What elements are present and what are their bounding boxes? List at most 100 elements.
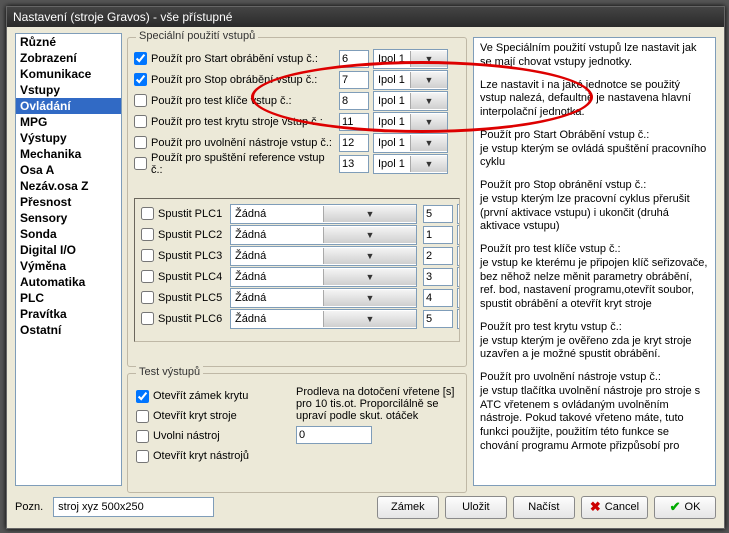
sidebar-item-zobrazení[interactable]: Zobrazení: [16, 50, 121, 66]
sidebar-item-různé[interactable]: Různé: [16, 34, 121, 50]
plc-check-2[interactable]: [141, 249, 154, 262]
sidebar-item-sensory[interactable]: Sensory: [16, 210, 121, 226]
sidebar-item-nezáv.osa z[interactable]: Nezáv.osa Z: [16, 178, 121, 194]
special-row-4: Použít pro uvolnění nástroje vstup č.: Ip…: [128, 132, 466, 153]
special-check-5[interactable]: [134, 157, 147, 170]
special-label-1: Použít pro Stop obrábění vstup č.:: [151, 74, 339, 86]
sidebar-item-vstupy[interactable]: Vstupy: [16, 82, 121, 98]
plc-check-3[interactable]: [141, 270, 154, 283]
sidebar-item-digital i/o[interactable]: Digital I/O: [16, 242, 121, 258]
plc-check-5[interactable]: [141, 312, 154, 325]
chevron-down-icon: ▼: [410, 51, 447, 67]
special-row-0: Použít pro Start obrábění vstup č.:Ipol …: [128, 48, 466, 69]
plc-num-5[interactable]: [423, 310, 453, 328]
plc-check-4[interactable]: [141, 291, 154, 304]
test-label-2: Uvolni nástroj: [153, 430, 220, 442]
sidebar-item-osa a[interactable]: Osa A: [16, 162, 121, 178]
special-num-1[interactable]: [339, 71, 369, 89]
special-unit-3[interactable]: Ipol 1▼: [373, 112, 448, 132]
sidebar-item-automatika[interactable]: Automatika: [16, 274, 121, 290]
zamek-button[interactable]: Zámek: [377, 496, 439, 519]
plc-list[interactable]: Spustit PLC1Žádná▼Ipol 1▼Spustit PLC2Žád…: [134, 198, 460, 342]
plc-opt-5[interactable]: Žádná▼: [230, 309, 417, 329]
plc-num-1[interactable]: [423, 226, 453, 244]
plc-row-3: Spustit PLC4Žádná▼Ipol 1▼: [135, 266, 459, 287]
chevron-down-icon: ▼: [410, 135, 447, 151]
sidebar-item-výměna[interactable]: Výměna: [16, 258, 121, 274]
sidebar-item-ostatní[interactable]: Ostatní: [16, 322, 121, 338]
test-check-2[interactable]: [136, 430, 149, 443]
plc-num-2[interactable]: [423, 247, 453, 265]
sidebar-item-výstupy[interactable]: Výstupy: [16, 130, 121, 146]
test-check-0[interactable]: [136, 390, 149, 403]
help-panel[interactable]: Ve Speciálním použití vstupů lze nastavi…: [473, 37, 716, 486]
plc-opt-0[interactable]: Žádná▼: [230, 204, 417, 224]
plc-label-5: Spustit PLC6: [158, 313, 226, 325]
special-unit-0[interactable]: Ipol 1▼: [373, 49, 448, 69]
group-test-outputs: Test výstupů Otevřít zámek krytuOtevřít …: [127, 373, 467, 493]
special-num-5[interactable]: [339, 155, 369, 173]
group-special-title: Speciální použití vstupů: [136, 30, 258, 42]
plc-num-4[interactable]: [423, 289, 453, 307]
pozn-input[interactable]: [53, 497, 214, 517]
plc-opt-3[interactable]: Žádná▼: [230, 267, 417, 287]
help-p7t: Použít pro uvolnění nástroje vstup č.:: [480, 371, 661, 383]
plc-row-4: Spustit PLC5Žádná▼Ipol 1▼: [135, 287, 459, 308]
help-p7b: je vstup tlačítka uvolnění nástroje pro …: [480, 385, 700, 452]
chevron-down-icon: ▼: [323, 269, 416, 285]
plc-unit-3[interactable]: Ipol 1▼: [457, 267, 460, 287]
test-check-3[interactable]: [136, 450, 149, 463]
special-label-4: Použít pro uvolnění nástroje vstup č.:: [151, 137, 339, 149]
special-num-4[interactable]: [339, 134, 369, 152]
plc-opt-4[interactable]: Žádná▼: [230, 288, 417, 308]
plc-unit-5[interactable]: Ipol 1▼: [457, 309, 460, 329]
sidebar-item-plc[interactable]: PLC: [16, 290, 121, 306]
plc-unit-4[interactable]: Ipol 1▼: [457, 288, 460, 308]
special-num-3[interactable]: [339, 113, 369, 131]
plc-opt-2[interactable]: Žádná▼: [230, 246, 417, 266]
special-unit-5[interactable]: Ipol 1▼: [373, 154, 448, 174]
test-check-1[interactable]: [136, 410, 149, 423]
special-label-2: Použít pro test klíče vstup č.:: [151, 95, 339, 107]
special-check-2[interactable]: [134, 94, 147, 107]
special-unit-4[interactable]: Ipol 1▼: [373, 133, 448, 153]
window-title: Nastavení (stroje Gravos) - vše přístupn…: [13, 10, 232, 24]
delay-input[interactable]: [296, 426, 372, 444]
special-check-4[interactable]: [134, 136, 147, 149]
special-unit-2[interactable]: Ipol 1▼: [373, 91, 448, 111]
sidebar-item-sonda[interactable]: Sonda: [16, 226, 121, 242]
sidebar-item-mpg[interactable]: MPG: [16, 114, 121, 130]
sidebar[interactable]: RůznéZobrazeníKomunikaceVstupyOvládáníMP…: [15, 33, 122, 486]
plc-num-3[interactable]: [423, 268, 453, 286]
special-check-1[interactable]: [134, 73, 147, 86]
sidebar-item-pravítka[interactable]: Pravítka: [16, 306, 121, 322]
chevron-down-icon: ▼: [410, 114, 447, 130]
plc-num-0[interactable]: [423, 205, 453, 223]
sidebar-item-mechanika[interactable]: Mechanika: [16, 146, 121, 162]
plc-unit-0[interactable]: Ipol 1▼: [457, 204, 460, 224]
special-num-2[interactable]: [339, 92, 369, 110]
nacist-button[interactable]: Načíst: [513, 496, 575, 519]
chevron-down-icon: ▼: [323, 290, 416, 306]
test-label-3: Otevřít kryt nástrojů: [153, 450, 249, 462]
sidebar-item-přesnost[interactable]: Přesnost: [16, 194, 121, 210]
help-p2: Lze nastavit i na jaké jednotce se použi…: [480, 79, 709, 120]
ulozit-button[interactable]: Uložit: [445, 496, 507, 519]
ok-button[interactable]: ✔ OK: [654, 496, 716, 519]
sidebar-item-ovládání[interactable]: Ovládání: [16, 98, 121, 114]
plc-check-1[interactable]: [141, 228, 154, 241]
sidebar-item-komunikace[interactable]: Komunikace: [16, 66, 121, 82]
special-unit-1[interactable]: Ipol 1▼: [373, 70, 448, 90]
chevron-down-icon: ▼: [323, 311, 416, 327]
special-num-0[interactable]: [339, 50, 369, 68]
special-check-0[interactable]: [134, 52, 147, 65]
special-label-5: Použít pro spuštění reference vstup č.:: [151, 152, 339, 176]
delay-text: Prodleva na dotočení vřetene [s] pro 10 …: [296, 386, 458, 422]
special-row-2: Použít pro test klíče vstup č.: Ipol 1▼: [128, 90, 466, 111]
cancel-button[interactable]: ✖ Cancel: [581, 496, 648, 519]
plc-opt-1[interactable]: Žádná▼: [230, 225, 417, 245]
special-check-3[interactable]: [134, 115, 147, 128]
plc-unit-1[interactable]: Ipol 1▼: [457, 225, 460, 245]
plc-unit-2[interactable]: Ipol 1▼: [457, 246, 460, 266]
plc-check-0[interactable]: [141, 207, 154, 220]
